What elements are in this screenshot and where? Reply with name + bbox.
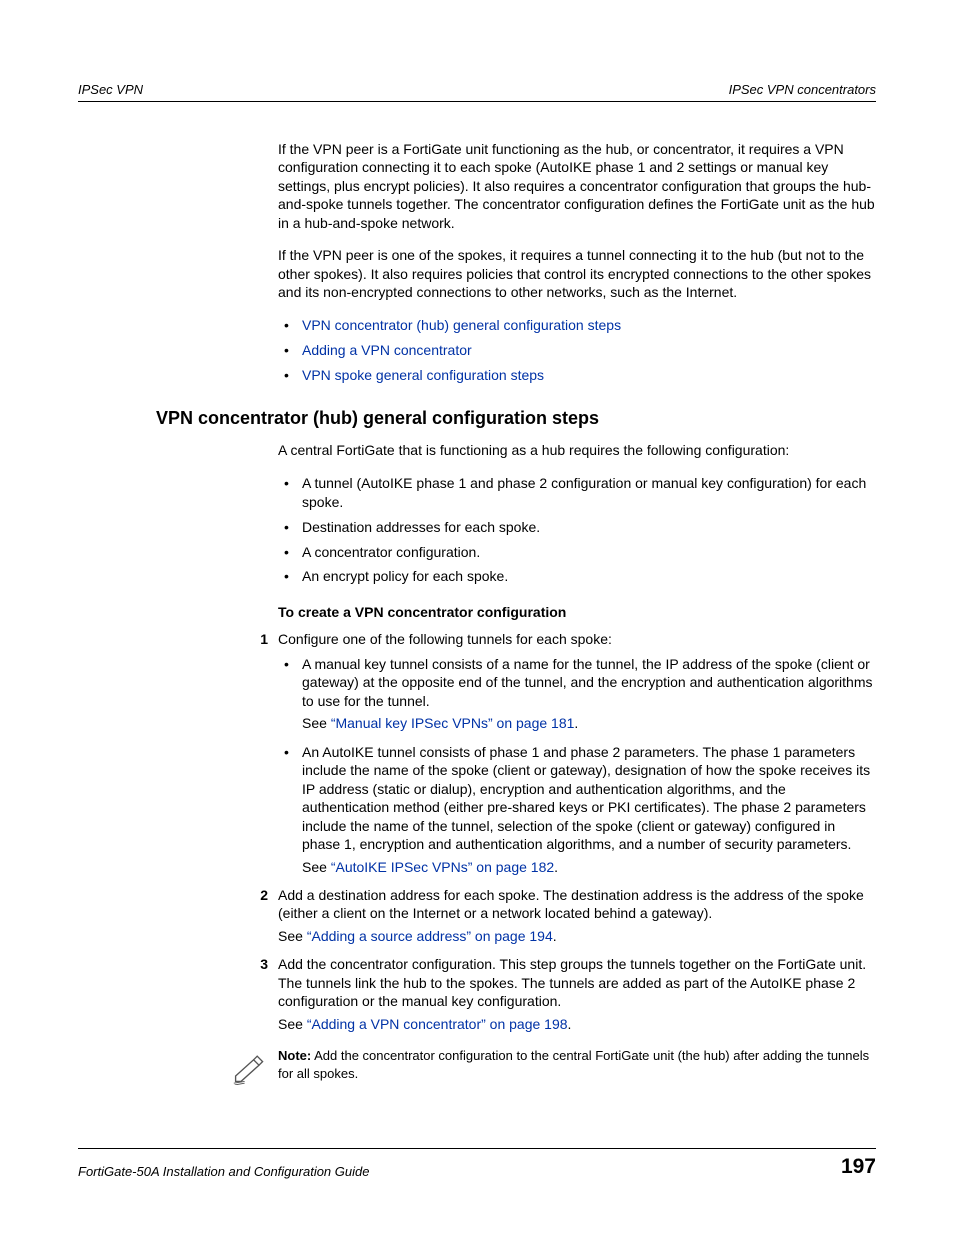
running-header: IPSec VPN IPSec VPN concentrators — [78, 82, 876, 102]
see-line: See “Adding a source address” on page 19… — [278, 927, 876, 945]
page-footer: FortiGate-50A Installation and Configura… — [78, 1148, 876, 1179]
list-item: A manual key tunnel consists of a name f… — [278, 655, 876, 733]
header-left: IPSec VPN — [78, 82, 143, 97]
list-item: Adding a VPN concentrator — [278, 341, 876, 360]
requirements-list: A tunnel (AutoIKE phase 1 and phase 2 co… — [278, 474, 876, 586]
step-2: 2 Add a destination address for each spo… — [278, 886, 876, 945]
see-line: See “AutoIKE IPSec VPNs” on page 182. — [302, 858, 876, 876]
step-1: 1 Configure one of the following tunnels… — [278, 630, 876, 876]
link-adding-source-address[interactable]: “Adding a source address” on page 194 — [307, 928, 553, 944]
list-item: VPN concentrator (hub) general configura… — [278, 316, 876, 335]
see-suffix: . — [574, 715, 578, 731]
note-icon — [232, 1049, 268, 1088]
note-label: Note: — [278, 1048, 311, 1063]
step-number: 3 — [238, 955, 268, 973]
see-suffix: . — [554, 859, 558, 875]
step-number: 2 — [238, 886, 268, 904]
note-text: Note: Add the concentrator configuration… — [278, 1047, 872, 1082]
list-item: Destination addresses for each spoke. — [278, 518, 876, 537]
note-body: Add the concentrator configuration to th… — [278, 1048, 869, 1081]
bullet-text: An AutoIKE tunnel consists of phase 1 an… — [302, 743, 876, 854]
link-vpn-spoke-steps[interactable]: VPN spoke general configuration steps — [302, 367, 544, 383]
step-3: 3 Add the concentrator configuration. Th… — [278, 955, 876, 1033]
see-prefix: See — [278, 928, 307, 944]
see-prefix: See — [302, 859, 331, 875]
list-item: A concentrator configuration. — [278, 543, 876, 562]
note-block: Note: Add the concentrator configuration… — [232, 1047, 876, 1088]
paragraph-hub-description: If the VPN peer is a FortiGate unit func… — [278, 140, 876, 232]
see-line: See “Manual key IPSec VPNs” on page 181. — [302, 714, 876, 732]
list-item: An AutoIKE tunnel consists of phase 1 an… — [278, 743, 876, 876]
toc-link-list: VPN concentrator (hub) general configura… — [278, 316, 876, 385]
footer-title: FortiGate-50A Installation and Configura… — [78, 1164, 369, 1179]
step-number: 1 — [238, 630, 268, 648]
page-number: 197 — [841, 1155, 876, 1179]
paragraph-intro: A central FortiGate that is functioning … — [278, 441, 876, 459]
bullet-text: A manual key tunnel consists of a name f… — [302, 655, 876, 710]
see-prefix: See — [278, 1016, 307, 1032]
list-item: VPN spoke general configuration steps — [278, 366, 876, 385]
link-adding-vpn-concentrator-page[interactable]: “Adding a VPN concentrator” on page 198 — [307, 1016, 568, 1032]
see-line: See “Adding a VPN concentrator” on page … — [278, 1015, 876, 1033]
link-manual-key-ipsec[interactable]: “Manual key IPSec VPNs” on page 181 — [331, 715, 575, 731]
procedure-title: To create a VPN concentrator configurati… — [278, 604, 876, 620]
page: IPSec VPN IPSec VPN concentrators If the… — [0, 0, 954, 1235]
step1-bullets: A manual key tunnel consists of a name f… — [278, 655, 876, 876]
header-right: IPSec VPN concentrators — [729, 82, 876, 97]
see-prefix: See — [302, 715, 331, 731]
link-vpn-hub-steps[interactable]: VPN concentrator (hub) general configura… — [302, 317, 621, 333]
link-adding-vpn-concentrator[interactable]: Adding a VPN concentrator — [302, 342, 472, 358]
step-body: Add a destination address for each spoke… — [278, 886, 876, 923]
step-lead: Configure one of the following tunnels f… — [278, 630, 876, 648]
link-autoike-ipsec[interactable]: “AutoIKE IPSec VPNs” on page 182 — [331, 859, 554, 875]
step-body: Add the concentrator configuration. This… — [278, 955, 876, 1010]
see-suffix: . — [568, 1016, 572, 1032]
see-suffix: . — [553, 928, 557, 944]
list-item: A tunnel (AutoIKE phase 1 and phase 2 co… — [278, 474, 876, 512]
list-item: An encrypt policy for each spoke. — [278, 567, 876, 586]
section-heading: VPN concentrator (hub) general configura… — [156, 408, 876, 429]
paragraph-spoke-description: If the VPN peer is one of the spokes, it… — [278, 246, 876, 301]
